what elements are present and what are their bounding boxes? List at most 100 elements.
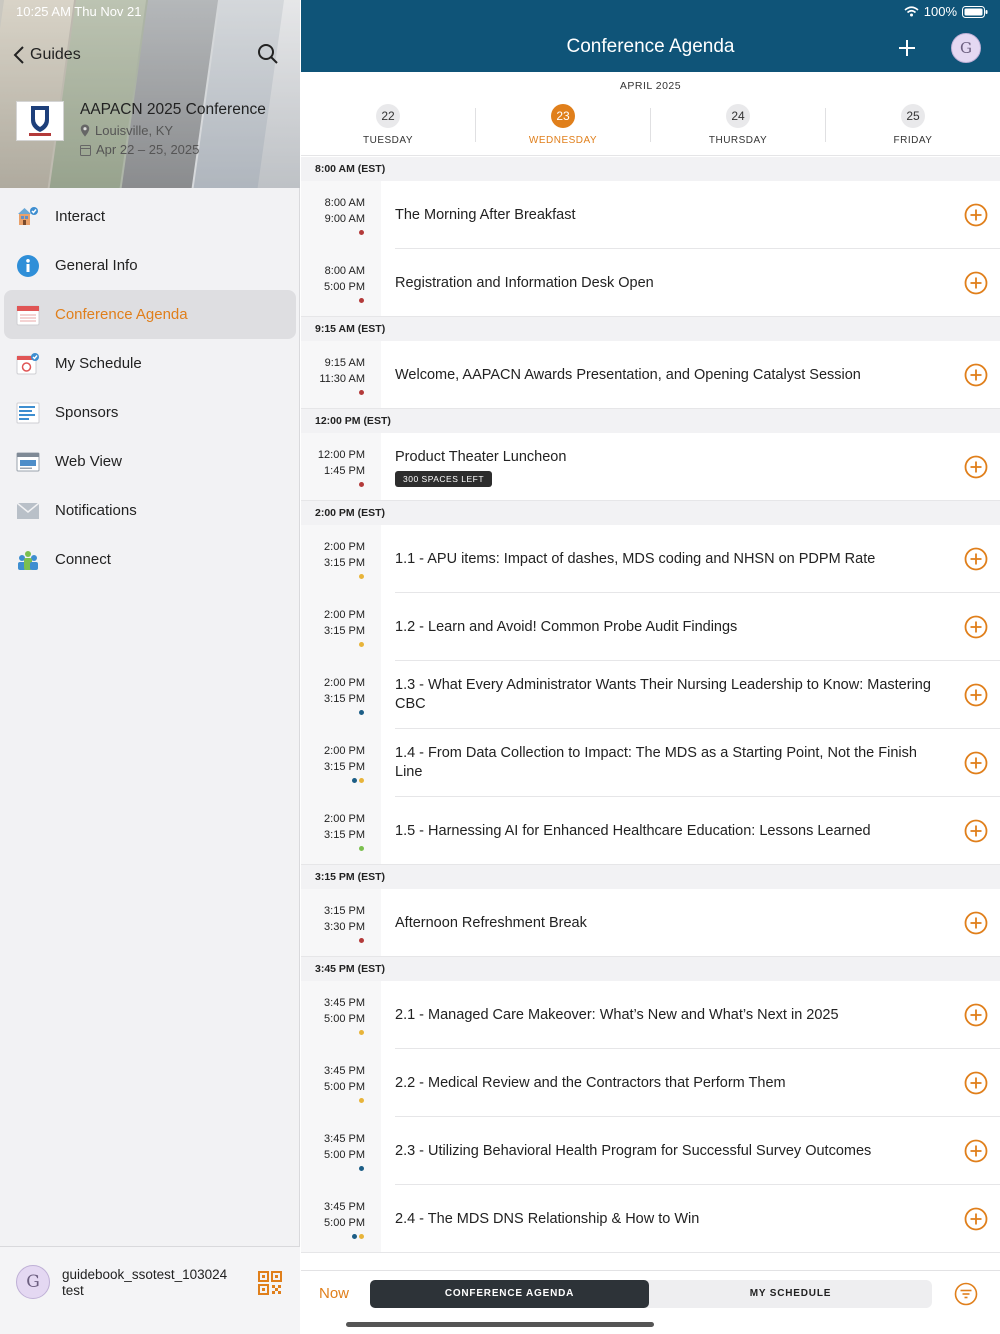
add-to-schedule-icon[interactable] xyxy=(964,615,988,639)
filter-icon[interactable] xyxy=(954,1282,978,1306)
session-times: 2:00 PM 3:15 PM xyxy=(301,525,381,593)
time-section-header: 12:00 PM (EST) xyxy=(301,409,1000,433)
time-section-header: 3:15 PM (EST) xyxy=(301,865,1000,889)
add-to-schedule-icon[interactable] xyxy=(964,1003,988,1027)
session-times: 3:45 PM 5:00 PM xyxy=(301,1049,381,1117)
sidebar-item-my-schedule[interactable]: My Schedule xyxy=(0,339,300,388)
session-row[interactable]: 3:45 PM 5:00 PM 2.3 - Utilizing Behavioral… xyxy=(301,1117,1000,1185)
add-to-schedule-icon[interactable] xyxy=(964,819,988,843)
add-to-schedule-icon[interactable] xyxy=(964,203,988,227)
session-row[interactable]: 3:15 PM 3:30 PM Afternoon Refreshment Brea… xyxy=(301,889,1000,957)
sidebar-item-label: General Info xyxy=(55,257,138,274)
back-button[interactable]: Guides xyxy=(12,42,81,68)
session-times: 8:00 AM 9:00 AM xyxy=(301,181,381,249)
main-content: 100% Conference Agenda G APRIL 2025 22 T… xyxy=(301,0,1000,1334)
session-row[interactable]: 12:00 PM 1:45 PM Product Theater Luncheon 3… xyxy=(301,433,1000,501)
session-row[interactable]: 8:00 AM 9:00 AM The Morning After Breakfas… xyxy=(301,181,1000,249)
now-button[interactable]: Now xyxy=(319,1285,349,1302)
sidebar-item-notifications[interactable]: Notifications xyxy=(0,486,300,535)
session-row[interactable]: 8:00 AM 5:00 PM Registration and Informati… xyxy=(301,249,1000,317)
tab-my-schedule[interactable]: MY SCHEDULE xyxy=(651,1280,930,1308)
sidebar-item-general-info[interactable]: General Info xyxy=(0,241,300,290)
track-dots xyxy=(301,938,365,943)
session-title-wrap: 1.5 - Harnessing AI for Enhanced Healthc… xyxy=(395,822,948,841)
time-section-header: 8:00 AM (EST) xyxy=(301,157,1000,181)
session-row[interactable]: 2:00 PM 3:15 PM 1.3 - What Every Administr… xyxy=(301,661,1000,729)
user-avatar: G xyxy=(16,1265,50,1299)
add-to-schedule-icon[interactable] xyxy=(964,547,988,571)
track-dots xyxy=(301,778,365,783)
track-dots xyxy=(301,1166,365,1171)
sidebar-item-label: Web View xyxy=(55,453,122,470)
day-tab-23[interactable]: 23 WEDNESDAY xyxy=(476,104,650,146)
add-to-schedule-icon[interactable] xyxy=(964,363,988,387)
track-dots xyxy=(301,574,365,579)
add-to-schedule-icon[interactable] xyxy=(964,271,988,295)
add-to-schedule-icon[interactable] xyxy=(964,683,988,707)
time-section-header: 3:45 PM (EST) xyxy=(301,957,1000,981)
conference-location-text: Louisville, KY xyxy=(95,123,174,138)
add-to-schedule-icon[interactable] xyxy=(964,455,988,479)
tab-conference-agenda[interactable]: CONFERENCE AGENDA xyxy=(370,1280,649,1308)
track-dots xyxy=(301,1030,365,1035)
session-row[interactable]: 2:00 PM 3:15 PM 1.4 - From Data Collection… xyxy=(301,729,1000,797)
time-section-header: 9:15 AM (EST) xyxy=(301,317,1000,341)
add-to-schedule-icon[interactable] xyxy=(964,911,988,935)
qr-code-icon[interactable] xyxy=(258,1271,282,1295)
conference-title: AAPACN 2025 Conference xyxy=(80,101,266,118)
session-times: 2:00 PM 3:15 PM xyxy=(301,729,381,797)
session-end-time: 5:00 PM xyxy=(324,281,365,293)
session-start-time: 9:15 AM xyxy=(324,357,365,369)
session-title-wrap: Registration and Information Desk Open xyxy=(395,274,948,293)
session-title: 1.2 - Learn and Avoid! Common Probe Audi… xyxy=(395,618,738,635)
track-dot-yellow xyxy=(359,778,364,783)
track-dots xyxy=(301,846,365,851)
session-row[interactable]: 3:45 PM 5:00 PM 2.2 - Medical Review and t… xyxy=(301,1049,1000,1117)
session-row[interactable]: 3:45 PM 5:00 PM 2.4 - The MDS DNS Relation… xyxy=(301,1185,1000,1253)
profile-avatar[interactable]: G xyxy=(951,33,981,63)
track-dots xyxy=(301,1234,365,1239)
add-to-schedule-icon[interactable] xyxy=(964,1071,988,1095)
user-account-footer[interactable]: G guidebook_ssotest_103024 test xyxy=(0,1246,300,1334)
day-tab-22[interactable]: 22 TUESDAY xyxy=(301,104,475,146)
day-tab-24[interactable]: 24 THURSDAY xyxy=(651,104,825,146)
session-row[interactable]: 2:00 PM 3:15 PM 1.2 - Learn and Avoid! Com… xyxy=(301,593,1000,661)
sidebar-item-interact[interactable]: Interact xyxy=(0,192,300,241)
sidebar-item-connect[interactable]: Connect xyxy=(0,535,300,584)
wifi-icon xyxy=(904,6,919,17)
session-start-time: 12:00 PM xyxy=(317,449,365,461)
day-name: THURSDAY xyxy=(708,135,768,146)
add-to-schedule-icon[interactable] xyxy=(964,1207,988,1231)
session-row[interactable]: 2:00 PM 3:15 PM 1.1 - APU items: Impact of… xyxy=(301,525,1000,593)
session-row[interactable]: 3:45 PM 5:00 PM 2.1 - Managed Care Makeove… xyxy=(301,981,1000,1049)
sidebar-item-label: My Schedule xyxy=(55,355,142,372)
day-tab-25[interactable]: 25 FRIDAY xyxy=(826,104,1000,146)
session-row[interactable]: 2:00 PM 3:15 PM 1.5 - Harnessing AI for En… xyxy=(301,797,1000,865)
session-row[interactable]: 9:15 AM 11:30 AM Welcome, AAPACN Awards Pr… xyxy=(301,341,1000,409)
session-title-wrap: 2.4 - The MDS DNS Relationship & How to … xyxy=(395,1210,948,1229)
day-name: TUESDAY xyxy=(363,135,413,146)
sidebar-item-label: Connect xyxy=(55,551,111,568)
search-icon[interactable] xyxy=(256,42,280,66)
add-to-schedule-icon[interactable] xyxy=(964,1139,988,1163)
session-end-time: 9:00 AM xyxy=(324,213,365,225)
track-dots xyxy=(301,230,365,235)
session-times: 12:00 PM 1:45 PM xyxy=(301,433,381,501)
session-title: 1.3 - What Every Administrator Wants The… xyxy=(395,677,931,712)
add-to-schedule-icon[interactable] xyxy=(964,751,988,775)
plus-icon[interactable] xyxy=(895,36,919,60)
battery-percent: 100% xyxy=(923,4,957,19)
session-title-wrap: 2.3 - Utilizing Behavioral Health Progra… xyxy=(395,1142,948,1161)
spaces-left-badge: 300 SPACES LEFT xyxy=(395,470,493,487)
sidebar-item-web-view[interactable]: Web View xyxy=(0,437,300,486)
track-dot-red xyxy=(359,938,364,943)
session-title: 2.1 - Managed Care Makeover: What’s New … xyxy=(395,1006,839,1023)
session-title-wrap: The Morning After Breakfast xyxy=(395,206,948,225)
sidebar-item-sponsors[interactable]: Sponsors xyxy=(0,388,300,437)
sidebar-item-label: Sponsors xyxy=(55,404,119,421)
sidebar-item-conference-agenda[interactable]: Conference Agenda xyxy=(4,290,296,339)
interact-icon xyxy=(16,205,40,229)
session-title-wrap: 2.1 - Managed Care Makeover: What’s New … xyxy=(395,1006,948,1025)
back-label: Guides xyxy=(30,46,81,63)
session-title-wrap: 1.3 - What Every Administrator Wants The… xyxy=(395,676,948,714)
